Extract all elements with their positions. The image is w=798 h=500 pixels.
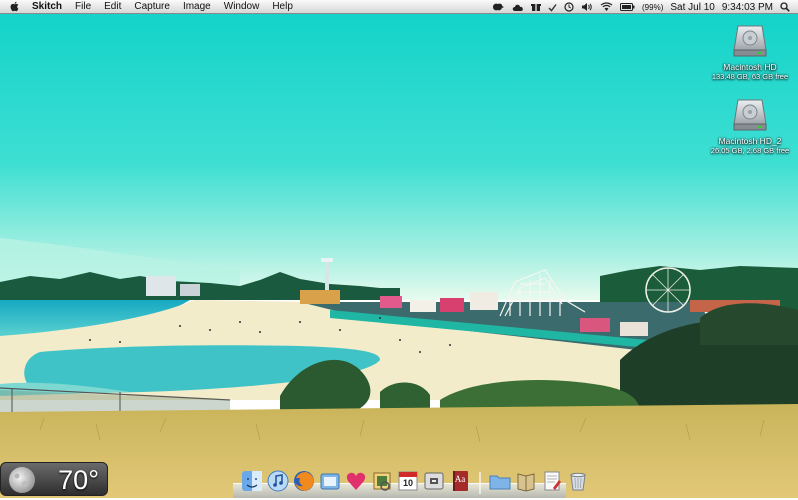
menu-date[interactable]: Sat Jul 10: [670, 2, 714, 13]
dock-finder-icon[interactable]: [241, 470, 263, 494]
drive-info: 133.48 GB, 63 GB free: [711, 72, 789, 81]
dock-trash-icon[interactable]: [567, 470, 589, 494]
menu-clock[interactable]: 9:34:03 PM: [722, 2, 773, 13]
hard-drive-icon: [730, 94, 770, 134]
dock-itunes-icon[interactable]: [267, 470, 289, 494]
drive-name: Macintosh HD: [723, 62, 777, 72]
dock-book-icon[interactable]: [515, 470, 537, 494]
dock-chess-icon[interactable]: [423, 470, 445, 494]
menu-help[interactable]: Help: [272, 0, 293, 14]
moon-icon: [7, 465, 37, 500]
spotlight-icon[interactable]: [780, 2, 790, 12]
weather-temperature: 70°: [58, 465, 99, 495]
dock-dictionary-icon[interactable]: Aa: [449, 470, 471, 494]
growl-icon[interactable]: [491, 2, 505, 12]
battery-percentage[interactable]: (99%): [642, 3, 663, 12]
menu-extras: (99%) Sat Jul 10 9:34:03 PM: [491, 0, 790, 14]
menu-window[interactable]: Window: [224, 0, 260, 14]
dock-candybar-icon[interactable]: [345, 470, 367, 494]
dock-folder-icon[interactable]: [489, 470, 511, 494]
menu-capture[interactable]: Capture: [134, 0, 170, 14]
dock: 10 Aa: [233, 464, 586, 498]
time-machine-icon[interactable]: [564, 2, 574, 12]
drive-name: Macintosh HD_2: [718, 136, 782, 146]
dock-window-icon[interactable]: [319, 470, 341, 494]
dictionary-label: Aa: [454, 474, 466, 484]
menu-bar: Skitch File Edit Capture Image Window He…: [0, 0, 798, 14]
volume-icon[interactable]: [581, 2, 593, 12]
drive-info: 26.05 GB, 2.68 GB free: [710, 146, 790, 155]
wifi-icon[interactable]: [600, 2, 613, 12]
dock-separator: [479, 472, 481, 494]
weather-widget[interactable]: 70°: [0, 462, 108, 496]
dock-preview-icon[interactable]: [371, 470, 393, 494]
menu-app-name[interactable]: Skitch: [32, 0, 62, 14]
apple-menu-icon[interactable]: [10, 0, 22, 14]
drive-macintosh-hd-2[interactable]: Macintosh HD_2 26.05 GB, 2.68 GB free: [705, 94, 795, 155]
menu-edit[interactable]: Edit: [104, 0, 121, 14]
desktop-wallpaper: [0, 0, 798, 498]
menu-image[interactable]: Image: [183, 0, 211, 14]
dock-textedit-icon[interactable]: [541, 470, 563, 494]
drive-macintosh-hd[interactable]: Macintosh HD 133.48 GB, 63 GB free: [705, 20, 795, 81]
gift-icon[interactable]: [531, 2, 542, 12]
menu-file[interactable]: File: [75, 0, 91, 14]
checkmark-icon[interactable]: [548, 3, 557, 12]
beach-boardwalk-photo: [0, 0, 798, 498]
dock-firefox-icon[interactable]: [293, 470, 315, 494]
calendar-day: 10: [402, 478, 413, 488]
cloud-icon[interactable]: [512, 3, 524, 12]
dock-calendar-icon[interactable]: 10: [397, 470, 419, 494]
battery-icon[interactable]: [620, 3, 635, 11]
hard-drive-icon: [730, 20, 770, 60]
